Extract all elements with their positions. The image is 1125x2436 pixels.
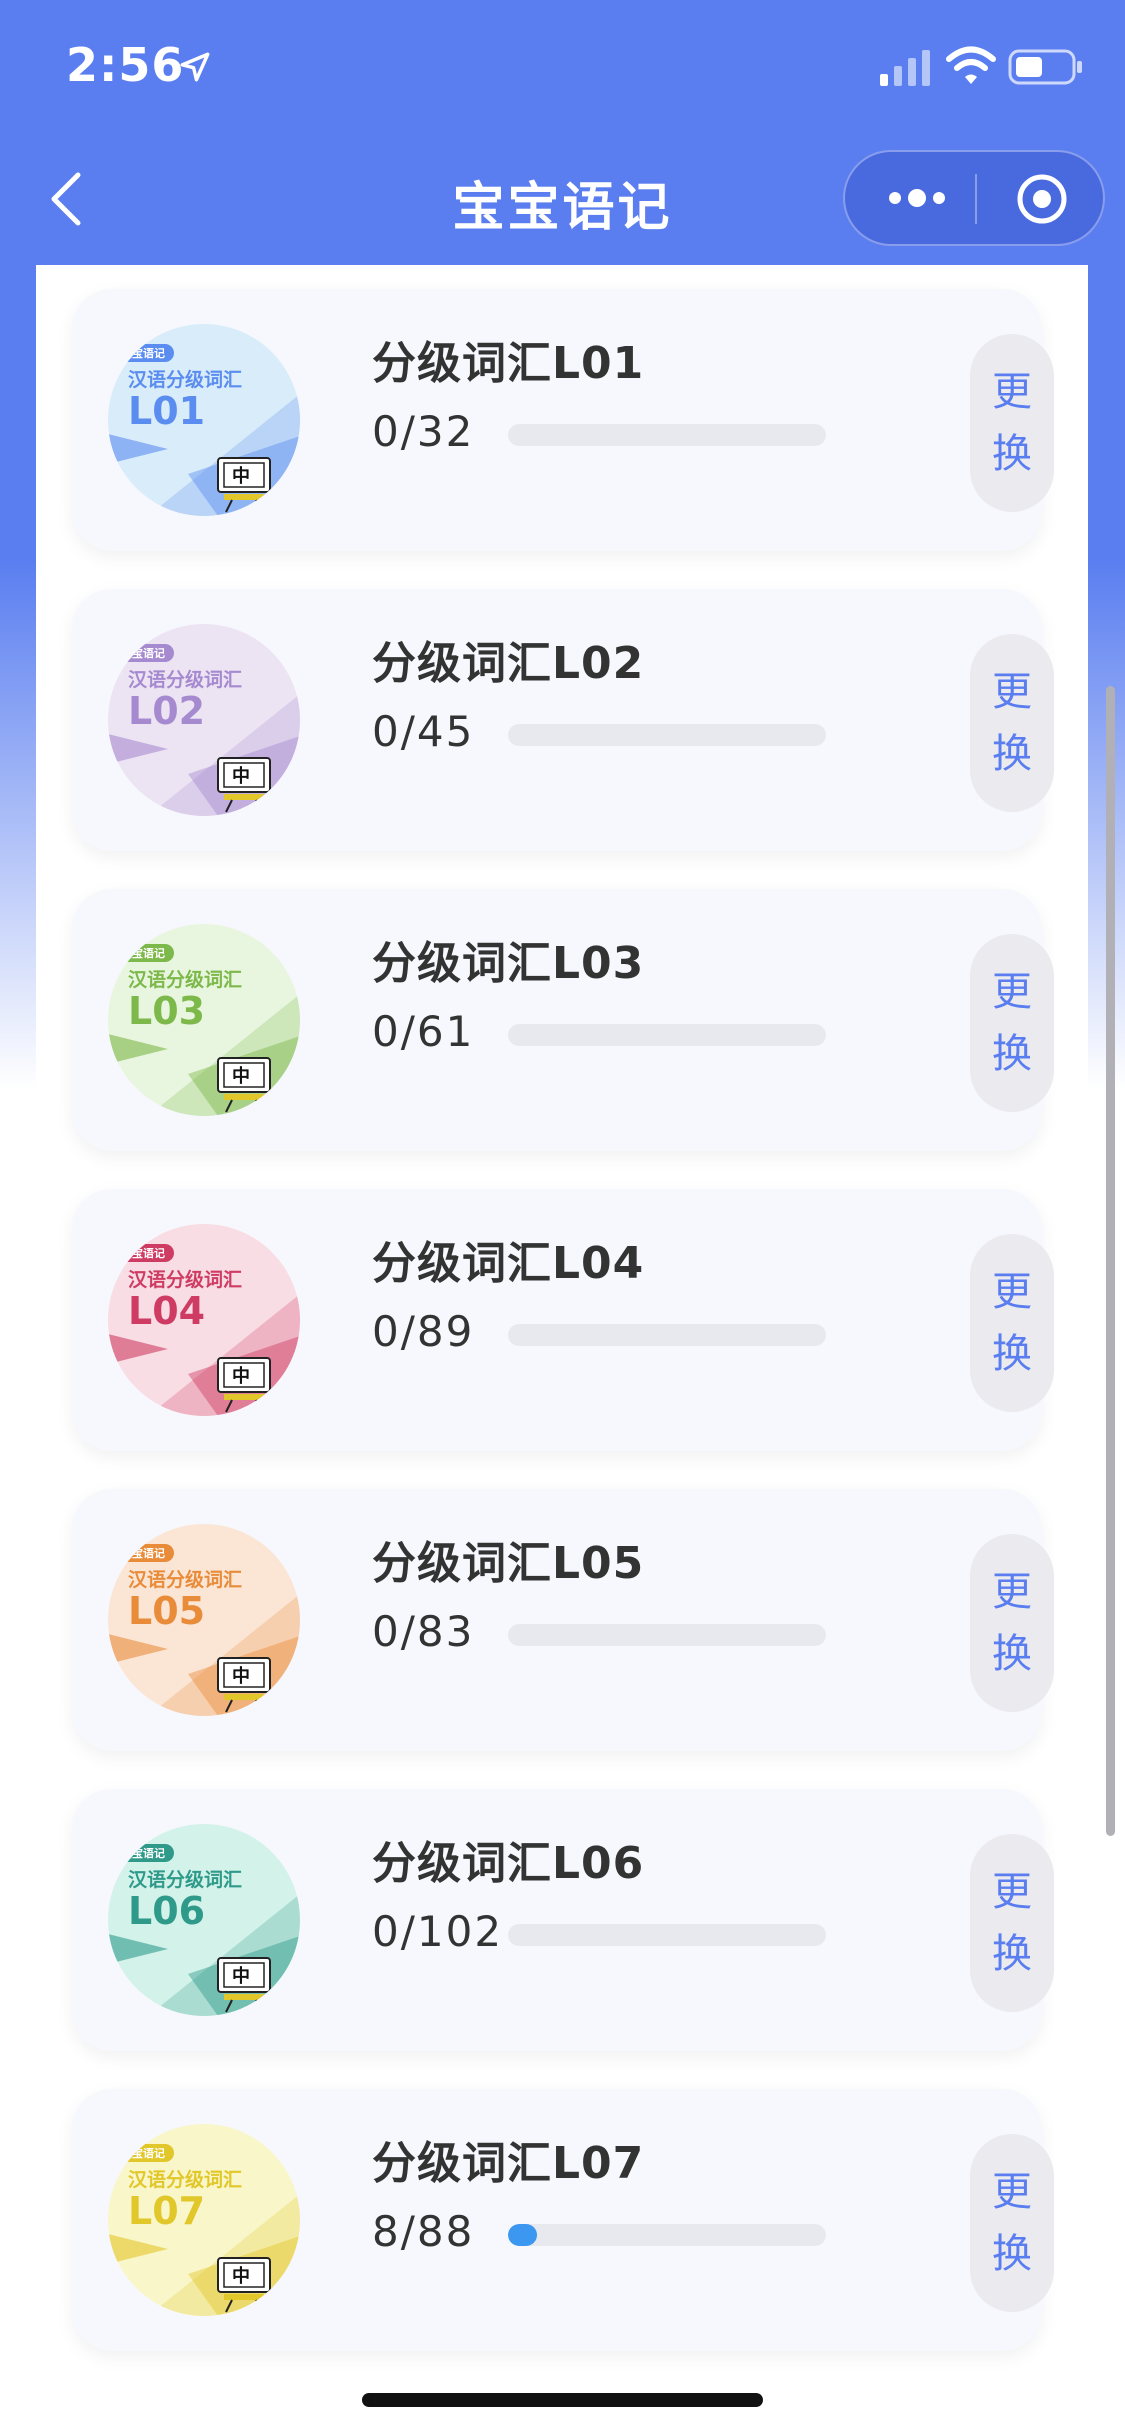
level-cover-image: 宝宝语记 汉语分级词汇 L04 中 (108, 1224, 300, 1416)
capsule-divider (975, 174, 977, 224)
level-cover-image: 宝宝语记 汉语分级词汇 L02 中 (108, 624, 300, 816)
cover-title-text: 汉语分级词汇 (128, 2168, 242, 2191)
cover-level-text: L01 (128, 389, 205, 433)
vocab-card-l07[interactable]: 宝宝语记 汉语分级词汇 L07 中 分级词汇L07 8/88 更 换 (72, 2089, 1054, 2351)
vocab-card-l01[interactable]: 宝宝语记 汉语分级词汇 L01 中 分级词汇L01 0/32 更 换 (72, 289, 1054, 551)
cover-badge-text: 宝宝语记 (121, 1246, 165, 1260)
cover-zh-text: 中 (232, 1365, 250, 1387)
progress-bar (508, 1024, 826, 1046)
cover-title-text: 汉语分级词汇 (128, 1568, 242, 1591)
cover-title-text: 汉语分级词汇 (128, 368, 242, 391)
vocab-level-title: 分级词汇L03 (372, 938, 645, 989)
cellular-signal-icon (880, 50, 930, 86)
progress-bar (508, 1624, 826, 1646)
cover-level-text: L04 (128, 1289, 205, 1333)
cover-level-text: L02 (128, 689, 205, 733)
change-level-button[interactable]: 更 换 (970, 2134, 1054, 2312)
progress-count: 0/83 (372, 1607, 475, 1656)
progress-count: 0/45 (372, 707, 475, 756)
change-level-button[interactable]: 更 换 (970, 934, 1054, 1112)
cover-zh-text: 中 (232, 2265, 250, 2287)
home-indicator[interactable] (362, 2393, 763, 2407)
vocab-card-l04[interactable]: 宝宝语记 汉语分级词汇 L04 中 分级词汇L04 0/89 更 换 (72, 1189, 1054, 1451)
change-button-char-2: 换 (992, 2231, 1032, 2277)
vocab-list-panel: 宝宝语记 汉语分级词汇 L01 中 分级词汇L01 0/32 更 换 宝宝语记 … (36, 265, 1088, 2436)
cover-badge-text: 宝宝语记 (121, 1546, 165, 1560)
cover-level-text: L06 (128, 1889, 205, 1933)
change-button-char-1: 更 (992, 2169, 1032, 2215)
level-cover-image: 宝宝语记 汉语分级词汇 L03 中 (108, 924, 300, 1116)
level-cover-image: 宝宝语记 汉语分级词汇 L07 中 (108, 2124, 300, 2316)
miniprogram-capsule (843, 150, 1105, 246)
vocab-card-l03[interactable]: 宝宝语记 汉语分级词汇 L03 中 分级词汇L03 0/61 更 换 (72, 889, 1054, 1151)
change-button-char-1: 更 (992, 1569, 1032, 1615)
cover-zh-text: 中 (232, 1665, 250, 1687)
vocab-level-title: 分级词汇L06 (372, 1838, 645, 1889)
level-cover-image: 宝宝语记 汉语分级词汇 L06 中 (108, 1824, 300, 2016)
change-button-char-2: 换 (992, 1931, 1032, 1977)
progress-count: 0/89 (372, 1307, 475, 1356)
close-miniprogram-icon[interactable] (1015, 172, 1069, 226)
progress-count: 0/61 (372, 1007, 475, 1056)
level-cover-image: 宝宝语记 汉语分级词汇 L01 中 (108, 324, 300, 516)
progress-bar (508, 424, 826, 446)
change-button-char-1: 更 (992, 369, 1032, 415)
vocab-level-title: 分级词汇L02 (372, 638, 645, 689)
cover-level-text: L05 (128, 1589, 205, 1633)
change-level-button[interactable]: 更 换 (970, 1534, 1054, 1712)
vocab-level-title: 分级词汇L05 (372, 1538, 645, 1589)
change-button-char-2: 换 (992, 1331, 1032, 1377)
cover-zh-text: 中 (232, 765, 250, 787)
progress-bar (508, 2224, 826, 2246)
cover-title-text: 汉语分级词汇 (128, 1868, 242, 1891)
wifi-icon (946, 46, 996, 84)
cover-zh-text: 中 (232, 465, 250, 487)
vocab-level-title: 分级词汇L04 (372, 1238, 645, 1289)
vocab-card-l05[interactable]: 宝宝语记 汉语分级词汇 L05 中 分级词汇L05 0/83 更 换 (72, 1489, 1054, 1751)
status-bar: 2:56 (0, 0, 1125, 135)
cover-title-text: 汉语分级词汇 (128, 968, 242, 991)
vocab-level-title: 分级词汇L07 (372, 2138, 645, 2189)
cover-zh-text: 中 (232, 1065, 250, 1087)
progress-bar (508, 1924, 826, 1946)
cover-badge-text: 宝宝语记 (121, 646, 165, 660)
change-level-button[interactable]: 更 换 (970, 1234, 1054, 1412)
change-level-button[interactable]: 更 换 (970, 1834, 1054, 2012)
vocab-card-l02[interactable]: 宝宝语记 汉语分级词汇 L02 中 分级词汇L02 0/45 更 换 (72, 589, 1054, 851)
cover-badge-text: 宝宝语记 (121, 346, 165, 360)
cover-title-text: 汉语分级词汇 (128, 1268, 242, 1291)
cover-badge-text: 宝宝语记 (121, 946, 165, 960)
vocab-card-l06[interactable]: 宝宝语记 汉语分级词汇 L06 中 分级词汇L06 0/102 更 换 (72, 1789, 1054, 2051)
progress-count: 0/102 (372, 1907, 504, 1956)
cover-level-text: L03 (128, 989, 205, 1033)
progress-count: 0/32 (372, 407, 475, 456)
cover-title-text: 汉语分级词汇 (128, 668, 242, 691)
battery-icon (1008, 49, 1082, 85)
cover-badge-text: 宝宝语记 (121, 1846, 165, 1860)
change-button-char-2: 换 (992, 431, 1032, 477)
change-button-char-1: 更 (992, 1269, 1032, 1315)
navigation-bar: 宝宝语记 (0, 135, 1125, 265)
status-time: 2:56 (66, 38, 185, 92)
cover-badge-text: 宝宝语记 (121, 2146, 165, 2160)
progress-bar (508, 1324, 826, 1346)
progress-bar-fill (508, 2224, 537, 2246)
change-level-button[interactable]: 更 换 (970, 634, 1054, 812)
more-dots-icon[interactable] (885, 182, 949, 214)
progress-count: 8/88 (372, 2207, 475, 2256)
location-arrow-icon (180, 52, 210, 82)
vocab-level-title: 分级词汇L01 (372, 338, 645, 389)
change-button-char-2: 换 (992, 1031, 1032, 1077)
level-cover-image: 宝宝语记 汉语分级词汇 L05 中 (108, 1524, 300, 1716)
cover-level-text: L07 (128, 2189, 205, 2233)
change-button-char-1: 更 (992, 669, 1032, 715)
change-button-char-2: 换 (992, 1631, 1032, 1677)
change-button-char-2: 换 (992, 731, 1032, 777)
cover-zh-text: 中 (232, 1965, 250, 1987)
progress-bar (508, 724, 826, 746)
change-button-char-1: 更 (992, 969, 1032, 1015)
scrollbar[interactable] (1106, 686, 1115, 1836)
change-level-button[interactable]: 更 换 (970, 334, 1054, 512)
change-button-char-1: 更 (992, 1869, 1032, 1915)
